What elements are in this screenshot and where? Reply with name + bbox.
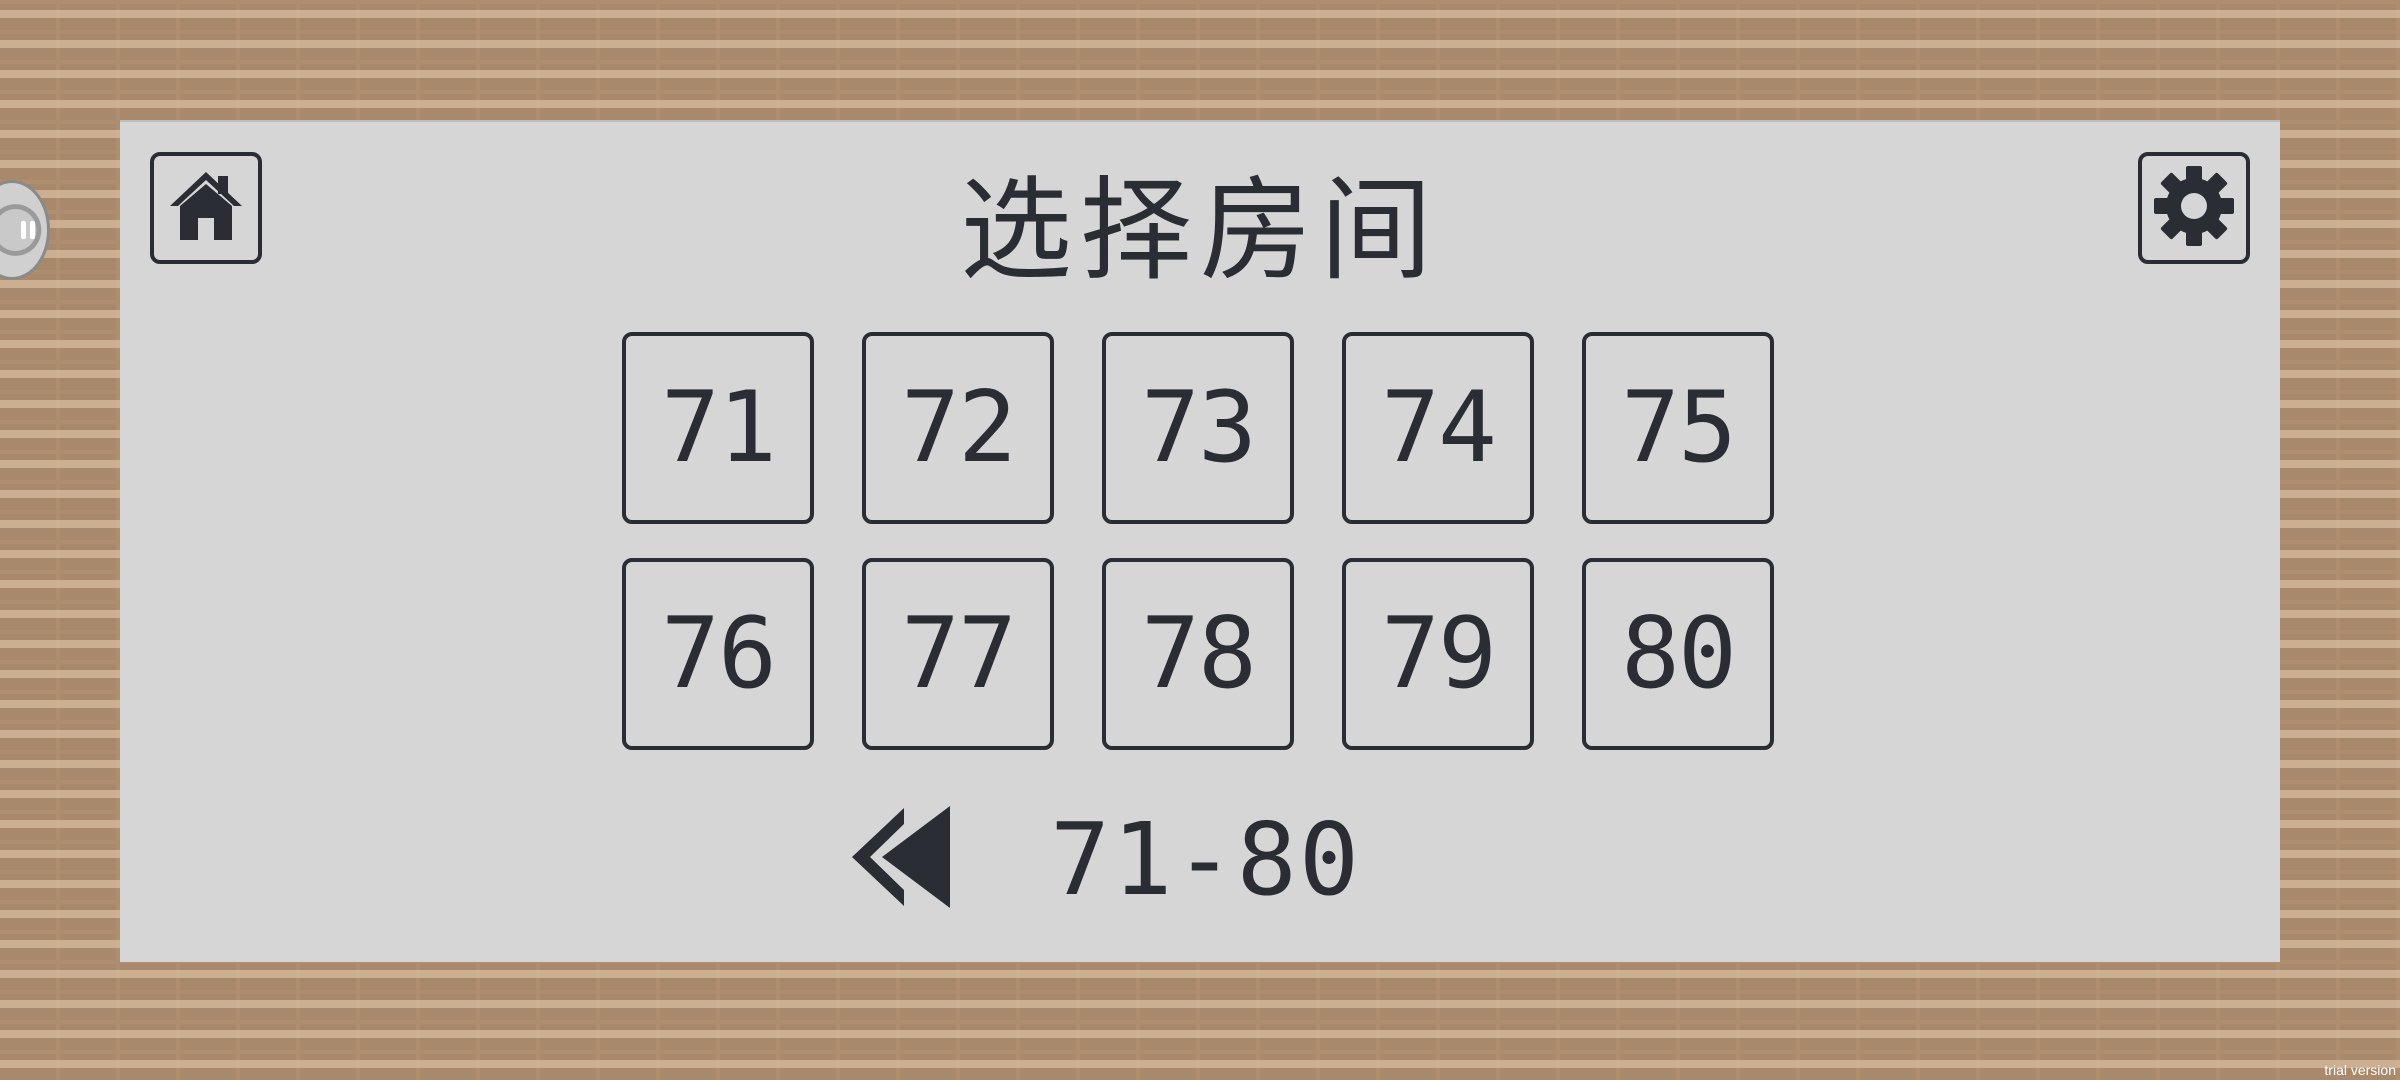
room-button-71[interactable]: 71 xyxy=(622,332,814,524)
double-chevron-left-icon xyxy=(848,802,958,916)
room-button-75[interactable]: 75 xyxy=(1582,332,1774,524)
page-title: 选择房间 xyxy=(960,166,1440,296)
room-button-74[interactable]: 74 xyxy=(1342,332,1534,524)
room-grid: 71 72 73 74 75 76 77 78 79 80 xyxy=(622,332,1778,750)
page-navigator: 71-80 xyxy=(848,801,1361,918)
room-button-78[interactable]: 78 xyxy=(1102,558,1294,750)
gear-icon xyxy=(2151,163,2237,253)
trial-watermark: trial version xyxy=(2324,1062,2396,1078)
room-button-77[interactable]: 77 xyxy=(862,558,1054,750)
settings-button[interactable] xyxy=(2138,152,2250,264)
room-button-72[interactable]: 72 xyxy=(862,332,1054,524)
room-button-76[interactable]: 76 xyxy=(622,558,814,750)
room-button-73[interactable]: 73 xyxy=(1102,332,1294,524)
handle-bar xyxy=(21,221,26,239)
page-range-label: 71-80 xyxy=(1050,800,1362,918)
room-button-79[interactable]: 79 xyxy=(1342,558,1534,750)
previous-page-button[interactable] xyxy=(848,804,958,914)
handle-bar xyxy=(30,221,35,239)
room-select-panel: 选择房间 71 72 73 74 75 76 77 78 79 80 71-80 xyxy=(120,120,2280,962)
room-button-80[interactable]: 80 xyxy=(1582,558,1774,750)
